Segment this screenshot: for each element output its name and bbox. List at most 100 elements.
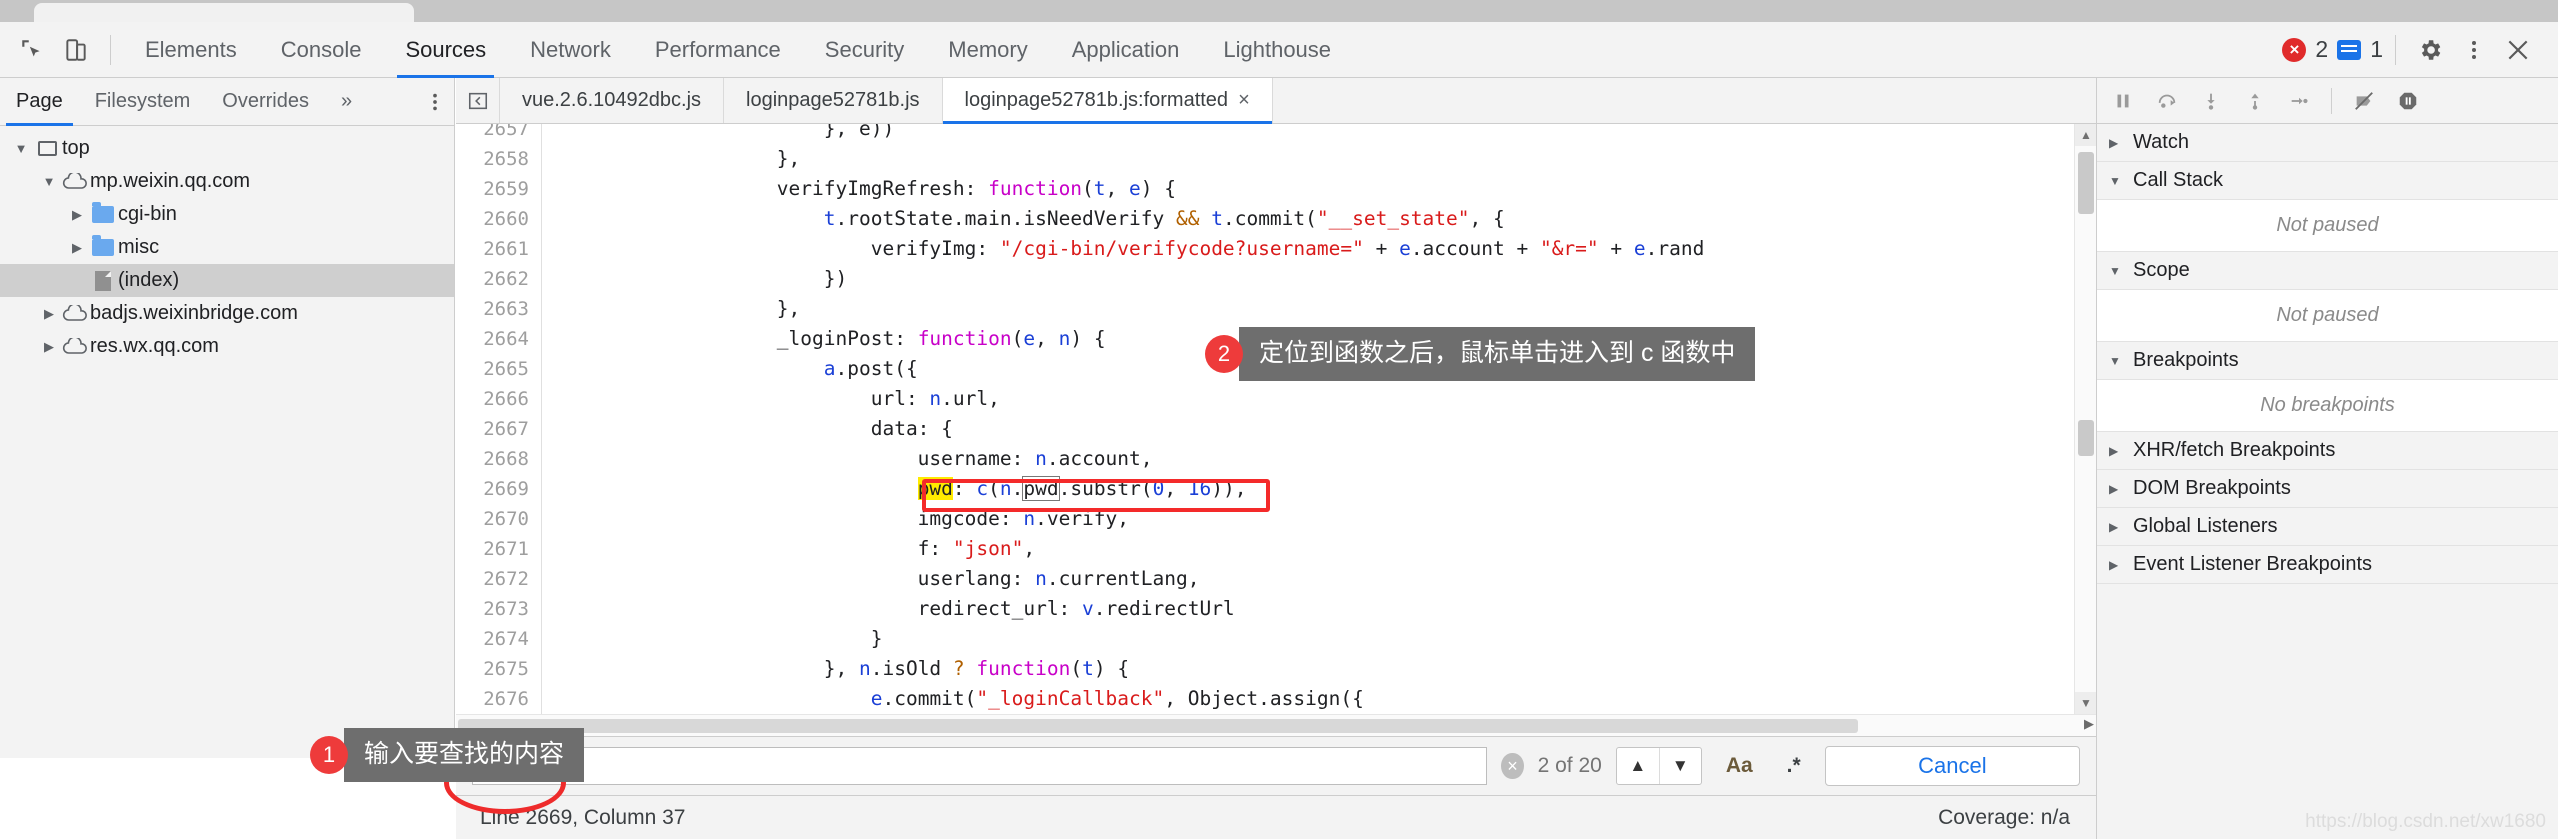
section-scope[interactable]: ▼ Scope xyxy=(2097,252,2558,290)
scrollbar-thumb[interactable] xyxy=(2078,152,2094,214)
cancel-button[interactable]: Cancel xyxy=(1824,746,2080,786)
browser-active-tab[interactable] xyxy=(34,3,414,22)
twisty-icon[interactable] xyxy=(66,240,88,256)
pause-on-exceptions-icon[interactable] xyxy=(2388,81,2428,121)
tree-node-mp-weixin[interactable]: mp.weixin.qq.com xyxy=(0,165,454,198)
tab-application[interactable]: Application xyxy=(1050,22,1202,78)
source-tab-loginpage[interactable]: loginpage52781b.js xyxy=(724,78,943,123)
pause-script-icon[interactable] xyxy=(2103,81,2143,121)
line-number[interactable]: 2661 xyxy=(456,234,541,264)
tab-memory[interactable]: Memory xyxy=(926,22,1049,78)
line-number[interactable]: 2676 xyxy=(456,684,541,714)
twisty-icon[interactable] xyxy=(38,306,60,322)
code-line[interactable]: }, n.isOld ? function(t) { xyxy=(542,654,2096,684)
line-number[interactable]: 2662 xyxy=(456,264,541,294)
deactivate-breakpoints-icon[interactable] xyxy=(2344,81,2384,121)
code-line[interactable]: e.commit("_loginCallback", Object.assign… xyxy=(542,684,2096,714)
line-number[interactable]: 2671 xyxy=(456,534,541,564)
line-number[interactable]: 2665 xyxy=(456,354,541,384)
search-input[interactable] xyxy=(472,747,1488,785)
nav-tab-page[interactable]: Page xyxy=(0,78,79,126)
line-number[interactable]: 2674 xyxy=(456,624,541,654)
code-line[interactable]: } xyxy=(542,624,2096,654)
more-vertical-icon[interactable] xyxy=(2452,28,2496,72)
code-line[interactable]: url: n.url, xyxy=(542,384,2096,414)
line-number[interactable]: 2675 xyxy=(456,654,541,684)
twisty-icon[interactable] xyxy=(66,207,88,223)
section-event-listener-breakpoints[interactable]: ▶ Event Listener Breakpoints xyxy=(2097,546,2558,584)
nav-tab-filesystem[interactable]: Filesystem xyxy=(79,78,207,126)
nav-tab-overrides[interactable]: Overrides xyxy=(206,78,325,126)
code-content[interactable]: }, e)) }, verifyImgRefresh: function(t, … xyxy=(542,124,2096,714)
line-number[interactable]: 2663 xyxy=(456,294,541,324)
tab-performance[interactable]: Performance xyxy=(633,22,803,78)
tab-elements[interactable]: Elements xyxy=(123,22,259,78)
tree-node-cgi-bin[interactable]: cgi-bin xyxy=(0,198,454,231)
tree-node-res-wx[interactable]: res.wx.qq.com xyxy=(0,330,454,363)
scrollbar-thumb-secondary[interactable] xyxy=(2078,420,2094,456)
tab-security[interactable]: Security xyxy=(803,22,926,78)
code-line[interactable]: f: "json", xyxy=(542,534,2096,564)
code-line[interactable]: }, xyxy=(542,294,2096,324)
code-line[interactable]: pwd: c(n.pwd.substr(0, 16)), xyxy=(542,474,2096,504)
twisty-icon[interactable] xyxy=(10,141,32,156)
close-icon[interactable]: × xyxy=(1238,89,1250,112)
line-number[interactable]: 2670 xyxy=(456,504,541,534)
inspect-element-icon[interactable] xyxy=(10,28,54,72)
line-number[interactable]: 2666 xyxy=(456,384,541,414)
code-line[interactable]: }, xyxy=(542,144,2096,174)
line-number[interactable]: 2668 xyxy=(456,444,541,474)
code-line[interactable]: verifyImgRefresh: function(t, e) { xyxy=(542,174,2096,204)
source-tab-vue[interactable]: vue.2.6.10492dbc.js xyxy=(500,78,725,123)
chevron-up-icon[interactable]: ▲ xyxy=(1617,748,1659,784)
tab-lighthouse[interactable]: Lighthouse xyxy=(1201,22,1353,78)
code-line[interactable]: data: { xyxy=(542,414,2096,444)
editor-vertical-scrollbar[interactable]: ▲ ▼ xyxy=(2074,124,2096,714)
nav-tab-more-chevron-icon[interactable]: » xyxy=(325,78,368,126)
source-tab-loginpage-formatted[interactable]: loginpage52781b.js:formatted × xyxy=(942,78,1273,124)
tab-console[interactable]: Console xyxy=(259,22,384,78)
code-line[interactable]: verifyImg: "/cgi-bin/verifycode?username… xyxy=(542,234,2096,264)
section-watch[interactable]: ▶ Watch xyxy=(2097,124,2558,162)
code-line[interactable]: username: n.account, xyxy=(542,444,2096,474)
tree-node-badjs[interactable]: badjs.weixinbridge.com xyxy=(0,297,454,330)
line-number[interactable]: 2659 xyxy=(456,174,541,204)
section-call-stack[interactable]: ▼ Call Stack xyxy=(2097,162,2558,200)
line-number[interactable]: 2658 xyxy=(456,144,541,174)
line-number[interactable]: 2660 xyxy=(456,204,541,234)
navigator-more-icon[interactable] xyxy=(424,91,454,113)
section-dom-breakpoints[interactable]: ▶ DOM Breakpoints xyxy=(2097,470,2558,508)
code-line[interactable]: }) xyxy=(542,264,2096,294)
chevron-down-icon[interactable]: ▼ xyxy=(1658,748,1701,784)
tree-node-top[interactable]: top xyxy=(0,132,454,165)
code-line[interactable]: userlang: n.currentLang, xyxy=(542,564,2096,594)
step-out-icon[interactable] xyxy=(2235,81,2275,121)
close-icon[interactable] xyxy=(2496,28,2540,72)
section-global-listeners[interactable]: ▶ Global Listeners xyxy=(2097,508,2558,546)
regex-button[interactable]: .* xyxy=(1777,754,1811,778)
section-xhr-breakpoints[interactable]: ▶ XHR/fetch Breakpoints xyxy=(2097,432,2558,470)
code-line[interactable]: }, e)) xyxy=(542,124,2096,144)
hscrollbar-thumb[interactable] xyxy=(458,719,1858,733)
tree-node-misc[interactable]: misc xyxy=(0,231,454,264)
scroll-up-arrow-icon[interactable]: ▲ xyxy=(2075,124,2096,146)
code-line[interactable]: imgcode: n.verify, xyxy=(542,504,2096,534)
device-toolbar-icon[interactable] xyxy=(54,28,98,72)
step-over-icon[interactable] xyxy=(2147,81,2187,121)
twisty-icon[interactable] xyxy=(38,174,60,189)
line-number[interactable]: 2672 xyxy=(456,564,541,594)
code-editor[interactable]: 2657 2658 2659 2660 2661 2662 2663 2664 2665 2666… xyxy=(456,124,2096,714)
collapse-sidebar-icon[interactable] xyxy=(456,78,500,123)
match-case-button[interactable]: Aa xyxy=(1716,754,1763,778)
clear-circle-icon[interactable]: × xyxy=(1501,753,1524,779)
line-number[interactable]: 2669 xyxy=(456,474,541,504)
scroll-right-arrow-icon[interactable]: ▶ xyxy=(2084,716,2094,732)
step-icon[interactable] xyxy=(2279,81,2319,121)
scroll-down-arrow-icon[interactable]: ▼ xyxy=(2075,692,2096,714)
line-number[interactable]: 2657 xyxy=(456,124,541,144)
tree-node-index[interactable]: (index) xyxy=(0,264,454,297)
code-line[interactable]: t.rootState.main.isNeedVerify && t.commi… xyxy=(542,204,2096,234)
tab-sources[interactable]: Sources xyxy=(383,22,508,78)
gear-icon[interactable] xyxy=(2408,28,2452,72)
line-number[interactable]: 2673 xyxy=(456,594,541,624)
